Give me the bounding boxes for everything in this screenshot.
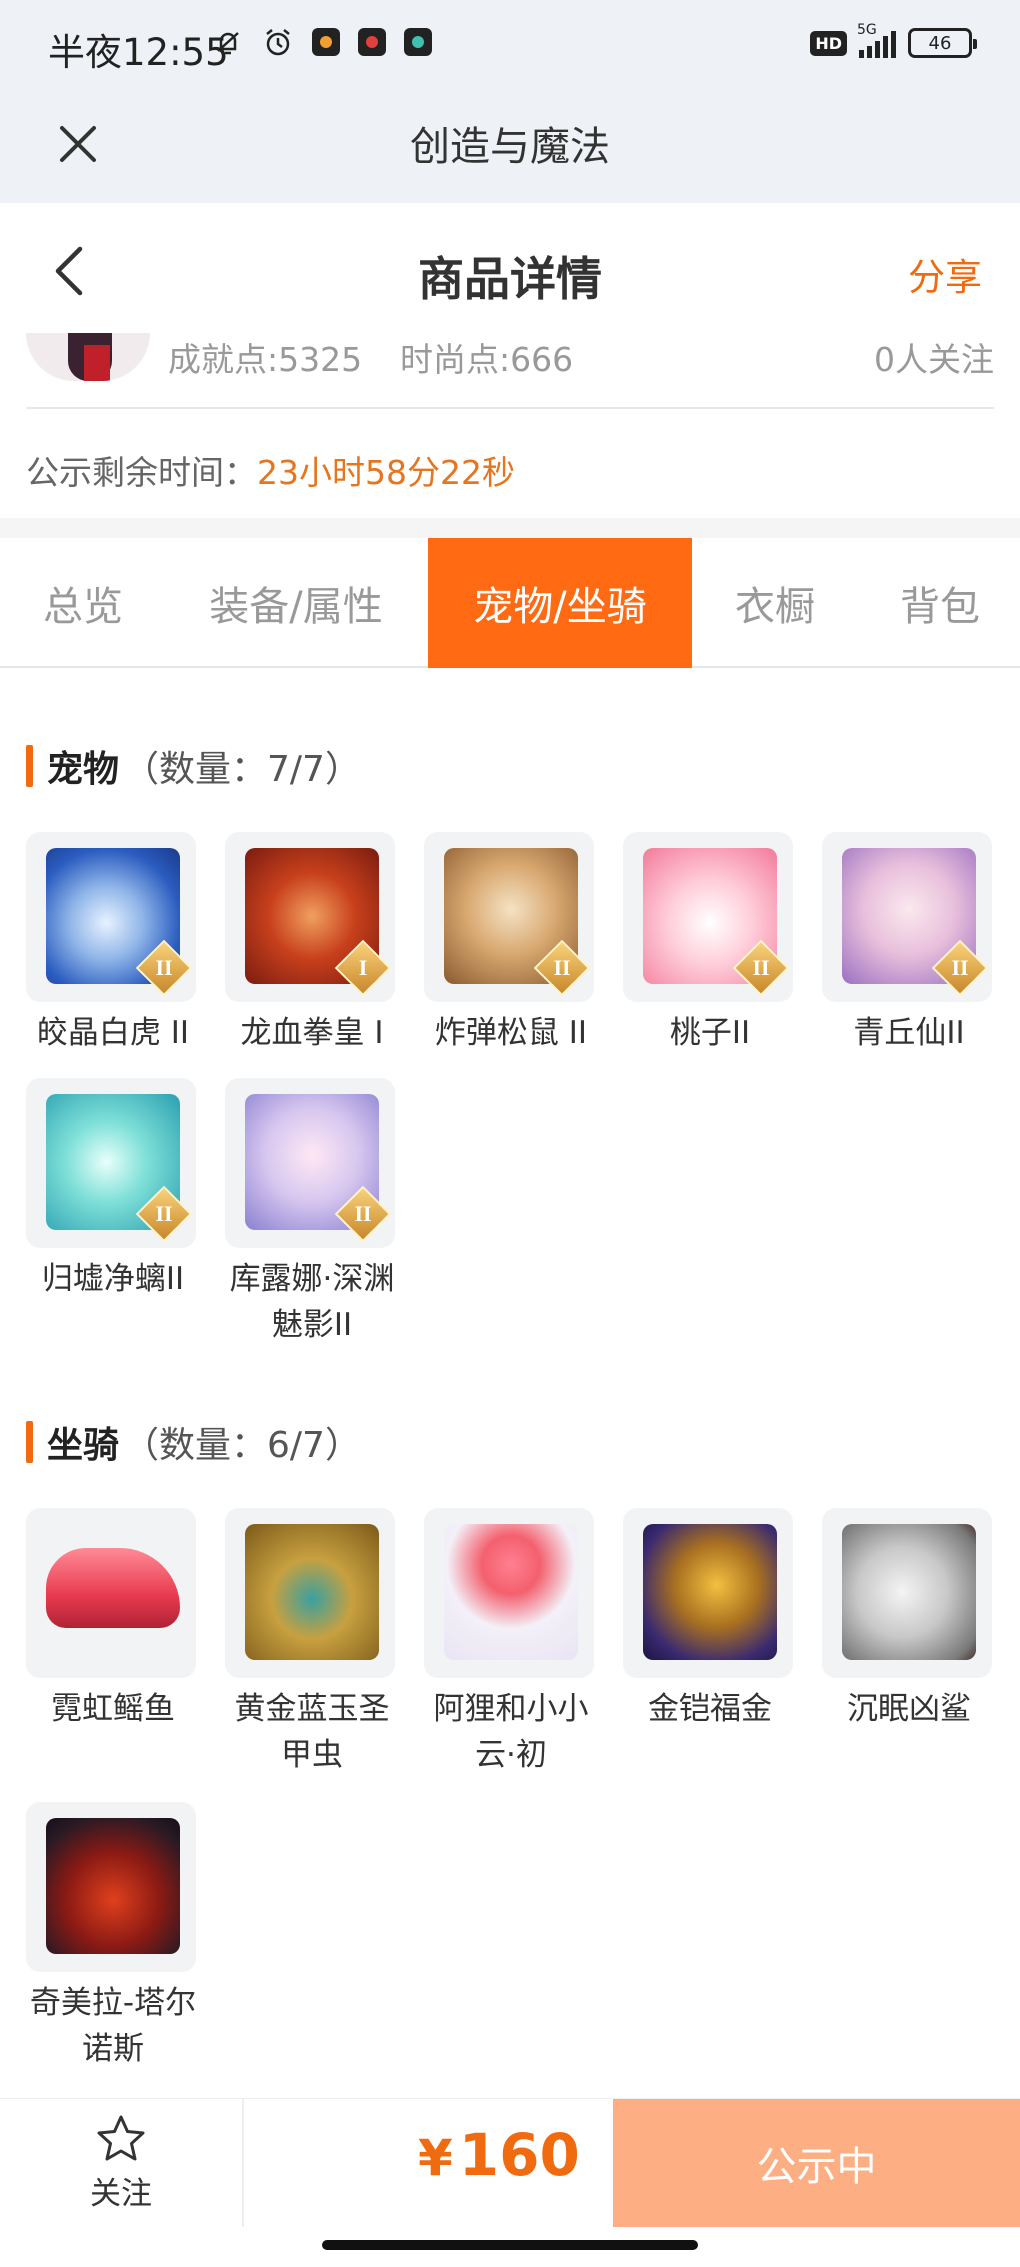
- abyss-phantom-icon: II: [225, 1078, 395, 1248]
- page-title: 商品详情: [418, 252, 602, 306]
- item-name: 青丘仙II: [853, 1015, 965, 1051]
- ahri-cloud-icon: [424, 1508, 594, 1678]
- status-icons: [212, 26, 432, 58]
- section-count: （数量：7/7）: [123, 749, 361, 790]
- pet-item[interactable]: II 炸弹松鼠 II: [424, 832, 598, 1056]
- price-value: 160: [458, 2121, 580, 2189]
- pet-item[interactable]: II 归墟净螭II: [26, 1078, 200, 1302]
- mounts-section-title: 坐骑 （数量：6/7）: [26, 1416, 361, 1468]
- fox-fairy-icon: II: [822, 832, 992, 1002]
- pink-fox-icon: II: [623, 832, 793, 1002]
- bottom-bar: 关注 ¥160 公示中: [0, 2098, 1020, 2227]
- countdown: 公示剩余时间：23小时58分22秒: [26, 446, 515, 494]
- fashion-points: 时尚点:666: [400, 340, 574, 379]
- battery-icon: 46: [908, 28, 977, 58]
- item-name: 炸弹松鼠 II: [434, 1015, 588, 1051]
- follower-count: 0人关注: [874, 340, 994, 379]
- mount-item[interactable]: 金铠福金: [623, 1508, 797, 1732]
- hd-badge: HD: [810, 30, 847, 56]
- pet-item[interactable]: II 桃子II: [623, 832, 797, 1056]
- section-gap: [0, 518, 1020, 538]
- mount-item[interactable]: 阿狸和小小云·初: [424, 1508, 598, 1778]
- battery-level: 46: [928, 32, 952, 54]
- pet-item[interactable]: I 龙血拳皇 I: [225, 832, 399, 1056]
- avatar[interactable]: [26, 333, 150, 381]
- app-title: 创造与魔法: [410, 124, 610, 170]
- pet-item[interactable]: II 青丘仙II: [822, 832, 996, 1056]
- tab-overview[interactable]: 总览: [0, 538, 166, 668]
- section-name: 坐骑: [47, 1425, 120, 1466]
- divider: [242, 2099, 244, 2227]
- item-name: 奇美拉-塔尔诺斯: [29, 1985, 197, 2067]
- pets-section-title: 宠物 （数量：7/7）: [26, 740, 361, 792]
- price: ¥160: [418, 2121, 580, 2189]
- network-type: 5G: [857, 22, 877, 38]
- golden-armor-icon: [623, 1508, 793, 1678]
- top-area: 半夜12:55 HD 5G 46 创造与魔法: [0, 0, 1020, 203]
- item-name: 金铠福金: [648, 1691, 772, 1727]
- follow-label: 关注: [90, 2175, 152, 2212]
- status-right: HD 5G 46: [810, 22, 977, 58]
- app-notification-icon: [358, 28, 386, 56]
- pet-item[interactable]: II 皎晶白虎 II: [26, 832, 200, 1056]
- divider: [26, 407, 994, 409]
- status-button[interactable]: 公示中: [613, 2099, 1020, 2227]
- user-info: 成就点:5325 时尚点:666 0人关注: [0, 333, 1020, 409]
- countdown-value: 23小时58分22秒: [257, 453, 515, 492]
- mount-item[interactable]: 霓虹鳐鱼: [26, 1508, 200, 1732]
- water-dragon-icon: II: [26, 1078, 196, 1248]
- countdown-label: 公示剩余时间：: [26, 453, 257, 492]
- dragon-boxer-icon: I: [225, 832, 395, 1002]
- app-notification-icon: [404, 28, 432, 56]
- tab-equipment[interactable]: 装备/属性: [176, 538, 416, 668]
- tab-bar: 总览 装备/属性 宠物/坐骑 衣橱 背包: [0, 538, 1020, 668]
- achievement-points: 成就点:5325: [168, 340, 363, 379]
- chimera-icon: [26, 1802, 196, 1972]
- page-nav: 商品详情 分享: [0, 203, 1020, 333]
- item-name: 皎晶白虎 II: [36, 1015, 190, 1051]
- item-name: 黄金蓝玉圣甲虫: [234, 1691, 390, 1773]
- tab-pets-mounts[interactable]: 宠物/坐骑: [428, 538, 692, 668]
- follow-button[interactable]: 关注: [0, 2099, 242, 2227]
- item-name: 桃子II: [669, 1015, 751, 1051]
- pet-item[interactable]: II 库露娜·深渊魅影II: [225, 1078, 399, 1348]
- status-time: 半夜12:55: [48, 31, 229, 74]
- mute-bell-icon: [212, 26, 244, 58]
- shark-icon: [822, 1508, 992, 1678]
- section-name: 宠物: [47, 749, 120, 790]
- item-name: 阿狸和小小云·初: [433, 1691, 589, 1773]
- home-indicator[interactable]: [322, 2240, 698, 2250]
- item-name: 龙血拳皇 I: [240, 1015, 384, 1051]
- tab-wardrobe[interactable]: 衣橱: [700, 538, 850, 668]
- currency-symbol: ¥: [418, 2129, 453, 2187]
- golden-scarab-icon: [225, 1508, 395, 1678]
- share-button[interactable]: 分享: [908, 247, 982, 301]
- app-header: 创造与魔法: [0, 96, 1020, 203]
- app-notification-icon: [312, 28, 340, 56]
- item-name: 沉眠凶鲨: [847, 1691, 971, 1727]
- star-icon: [97, 2115, 145, 2160]
- tab-backpack[interactable]: 背包: [860, 538, 1020, 668]
- section-count: （数量：6/7）: [123, 1425, 361, 1466]
- mount-item[interactable]: 沉眠凶鲨: [822, 1508, 996, 1732]
- status-bar: 半夜12:55 HD 5G 46: [0, 0, 1020, 96]
- item-name: 霓虹鳐鱼: [51, 1691, 175, 1727]
- bomb-squirrel-icon: II: [424, 832, 594, 1002]
- white-tiger-icon: II: [26, 832, 196, 1002]
- item-name: 库露娜·深渊魅影II: [229, 1261, 395, 1343]
- alarm-icon: [262, 26, 294, 58]
- mount-item[interactable]: 奇美拉-塔尔诺斯: [26, 1802, 200, 2072]
- item-name: 归墟净螭II: [41, 1261, 185, 1297]
- signal-icon: 5G: [857, 22, 896, 58]
- mount-item[interactable]: 黄金蓝玉圣甲虫: [225, 1508, 399, 1778]
- neon-ray-icon: [26, 1508, 196, 1678]
